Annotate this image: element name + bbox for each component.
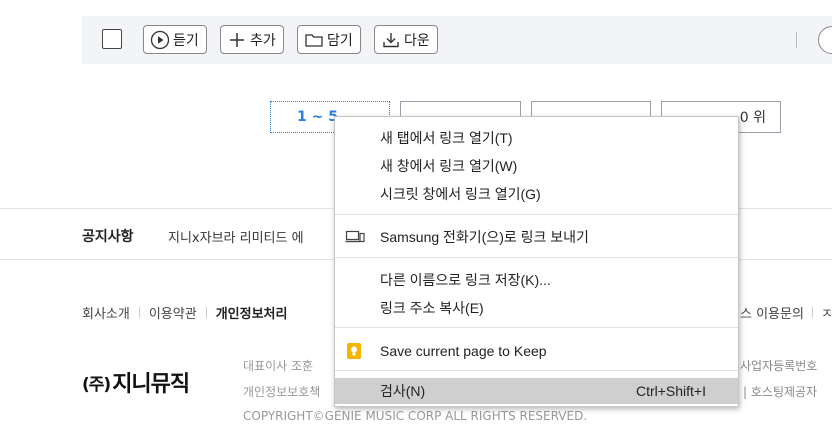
menu-separator bbox=[335, 370, 738, 371]
download-label: 다운 bbox=[404, 32, 430, 49]
footer-link-privacy[interactable]: 개인정보처리 bbox=[216, 303, 288, 322]
list-toolbar: 듣기 추가 담기 다운 bbox=[82, 16, 832, 64]
footer-link-company[interactable]: 회사소개 bbox=[82, 303, 130, 322]
save-label: 담기 bbox=[327, 32, 353, 49]
footer-links: 회사소개 이용약관 개인정보처리 bbox=[82, 303, 287, 322]
menu-item-label: 시크릿 창에서 링크 열기(G) bbox=[380, 186, 541, 202]
menu-item-save-to-keep[interactable]: Save current page to Keep bbox=[335, 338, 738, 364]
menu-item-send-to-device[interactable]: Samsung 전화기(으)로 링크 보내기 bbox=[335, 224, 738, 250]
notice-link[interactable]: 지니x자브라 리미티드 에 bbox=[168, 227, 304, 246]
menu-item-save-link-as[interactable]: 다른 이름으로 링크 저장(K)... bbox=[335, 267, 738, 293]
genie-music-logo[interactable]: (주) 지니뮤직 bbox=[82, 366, 190, 398]
footer-link-divider bbox=[811, 307, 813, 318]
toolbar-round-button[interactable] bbox=[818, 26, 832, 54]
add-label: 추가 bbox=[250, 32, 276, 49]
menu-item-label: Samsung 전화기(으)로 링크 보내기 bbox=[380, 229, 589, 245]
plus-icon bbox=[230, 32, 244, 47]
footer-info-business-no: 사업자등록번호 bbox=[740, 359, 818, 373]
download-icon bbox=[383, 32, 399, 47]
menu-separator bbox=[335, 257, 738, 258]
menu-item-open-incognito[interactable]: 시크릿 창에서 링크 열기(G) bbox=[335, 181, 738, 207]
listen-button[interactable]: 듣기 bbox=[143, 25, 207, 54]
footer-link-divider bbox=[138, 307, 140, 318]
play-icon bbox=[150, 30, 170, 49]
folder-icon bbox=[305, 33, 323, 47]
download-button[interactable]: 다운 bbox=[374, 25, 438, 54]
footer-link-inquiry[interactable]: 스 이용문의 bbox=[740, 303, 804, 322]
menu-item-label: 다른 이름으로 링크 저장(K)... bbox=[380, 272, 551, 288]
menu-separator bbox=[335, 214, 738, 215]
footer-link-divider bbox=[205, 307, 207, 318]
footer-info-privacy: 개인정보보호책 bbox=[243, 385, 321, 399]
menu-item-label: 링크 주소 복사(E) bbox=[380, 300, 484, 316]
menu-item-label: Save current page to Keep bbox=[380, 343, 547, 359]
footer-info-ceo: 대표이사 조훈 bbox=[243, 359, 314, 373]
footer-link-terms[interactable]: 이용약관 bbox=[149, 303, 197, 322]
menu-item-label: 새 창에서 링크 열기(W) bbox=[380, 158, 518, 174]
menu-item-shortcut: Ctrl+Shift+I bbox=[635, 383, 706, 399]
footer-links-right: 스 이용문의 ㅈ bbox=[740, 303, 832, 322]
listen-label: 듣기 bbox=[173, 32, 199, 49]
menu-item-open-new-window[interactable]: 새 창에서 링크 열기(W) bbox=[335, 153, 738, 179]
context-menu: 새 탭에서 링크 열기(T) 새 창에서 링크 열기(W) 시크릿 창에서 링크… bbox=[334, 116, 739, 407]
page: 듣기 추가 담기 다운 1 ~ 5 0 위 공지사항 지니x자브라 리미티드 에… bbox=[0, 0, 832, 446]
menu-item-copy-link[interactable]: 링크 주소 복사(E) bbox=[335, 295, 738, 321]
menu-item-inspect[interactable]: 검사(N) Ctrl+Shift+I bbox=[335, 378, 738, 404]
menu-item-open-new-tab[interactable]: 새 탭에서 링크 열기(T) bbox=[335, 125, 738, 151]
footer-copyright: COPYRIGHT©GENIE MUSIC CORP ALL RIGHTS RE… bbox=[243, 409, 588, 423]
keep-icon bbox=[347, 343, 361, 359]
rank-tab-4-label: 0 위 bbox=[739, 110, 766, 126]
device-icon bbox=[345, 230, 365, 243]
toolbar-divider bbox=[796, 32, 797, 48]
footer-info-hosting: | 호스팅제공자 bbox=[743, 385, 818, 399]
logo-corp-mark: (주) bbox=[82, 374, 111, 395]
notice-title: 공지사항 bbox=[82, 229, 134, 245]
save-to-playlist-button[interactable]: 담기 bbox=[297, 25, 361, 54]
select-all-checkbox[interactable] bbox=[102, 29, 122, 49]
footer-link-more[interactable]: ㅈ bbox=[821, 303, 832, 322]
menu-item-label: 새 탭에서 링크 열기(T) bbox=[380, 130, 513, 146]
menu-item-label: 검사(N) bbox=[380, 383, 426, 399]
logo-text: 지니뮤직 bbox=[112, 372, 190, 397]
rank-tab-1-label: 1 ~ 5 bbox=[297, 109, 338, 125]
add-button[interactable]: 추가 bbox=[220, 25, 284, 54]
menu-separator bbox=[335, 327, 738, 328]
